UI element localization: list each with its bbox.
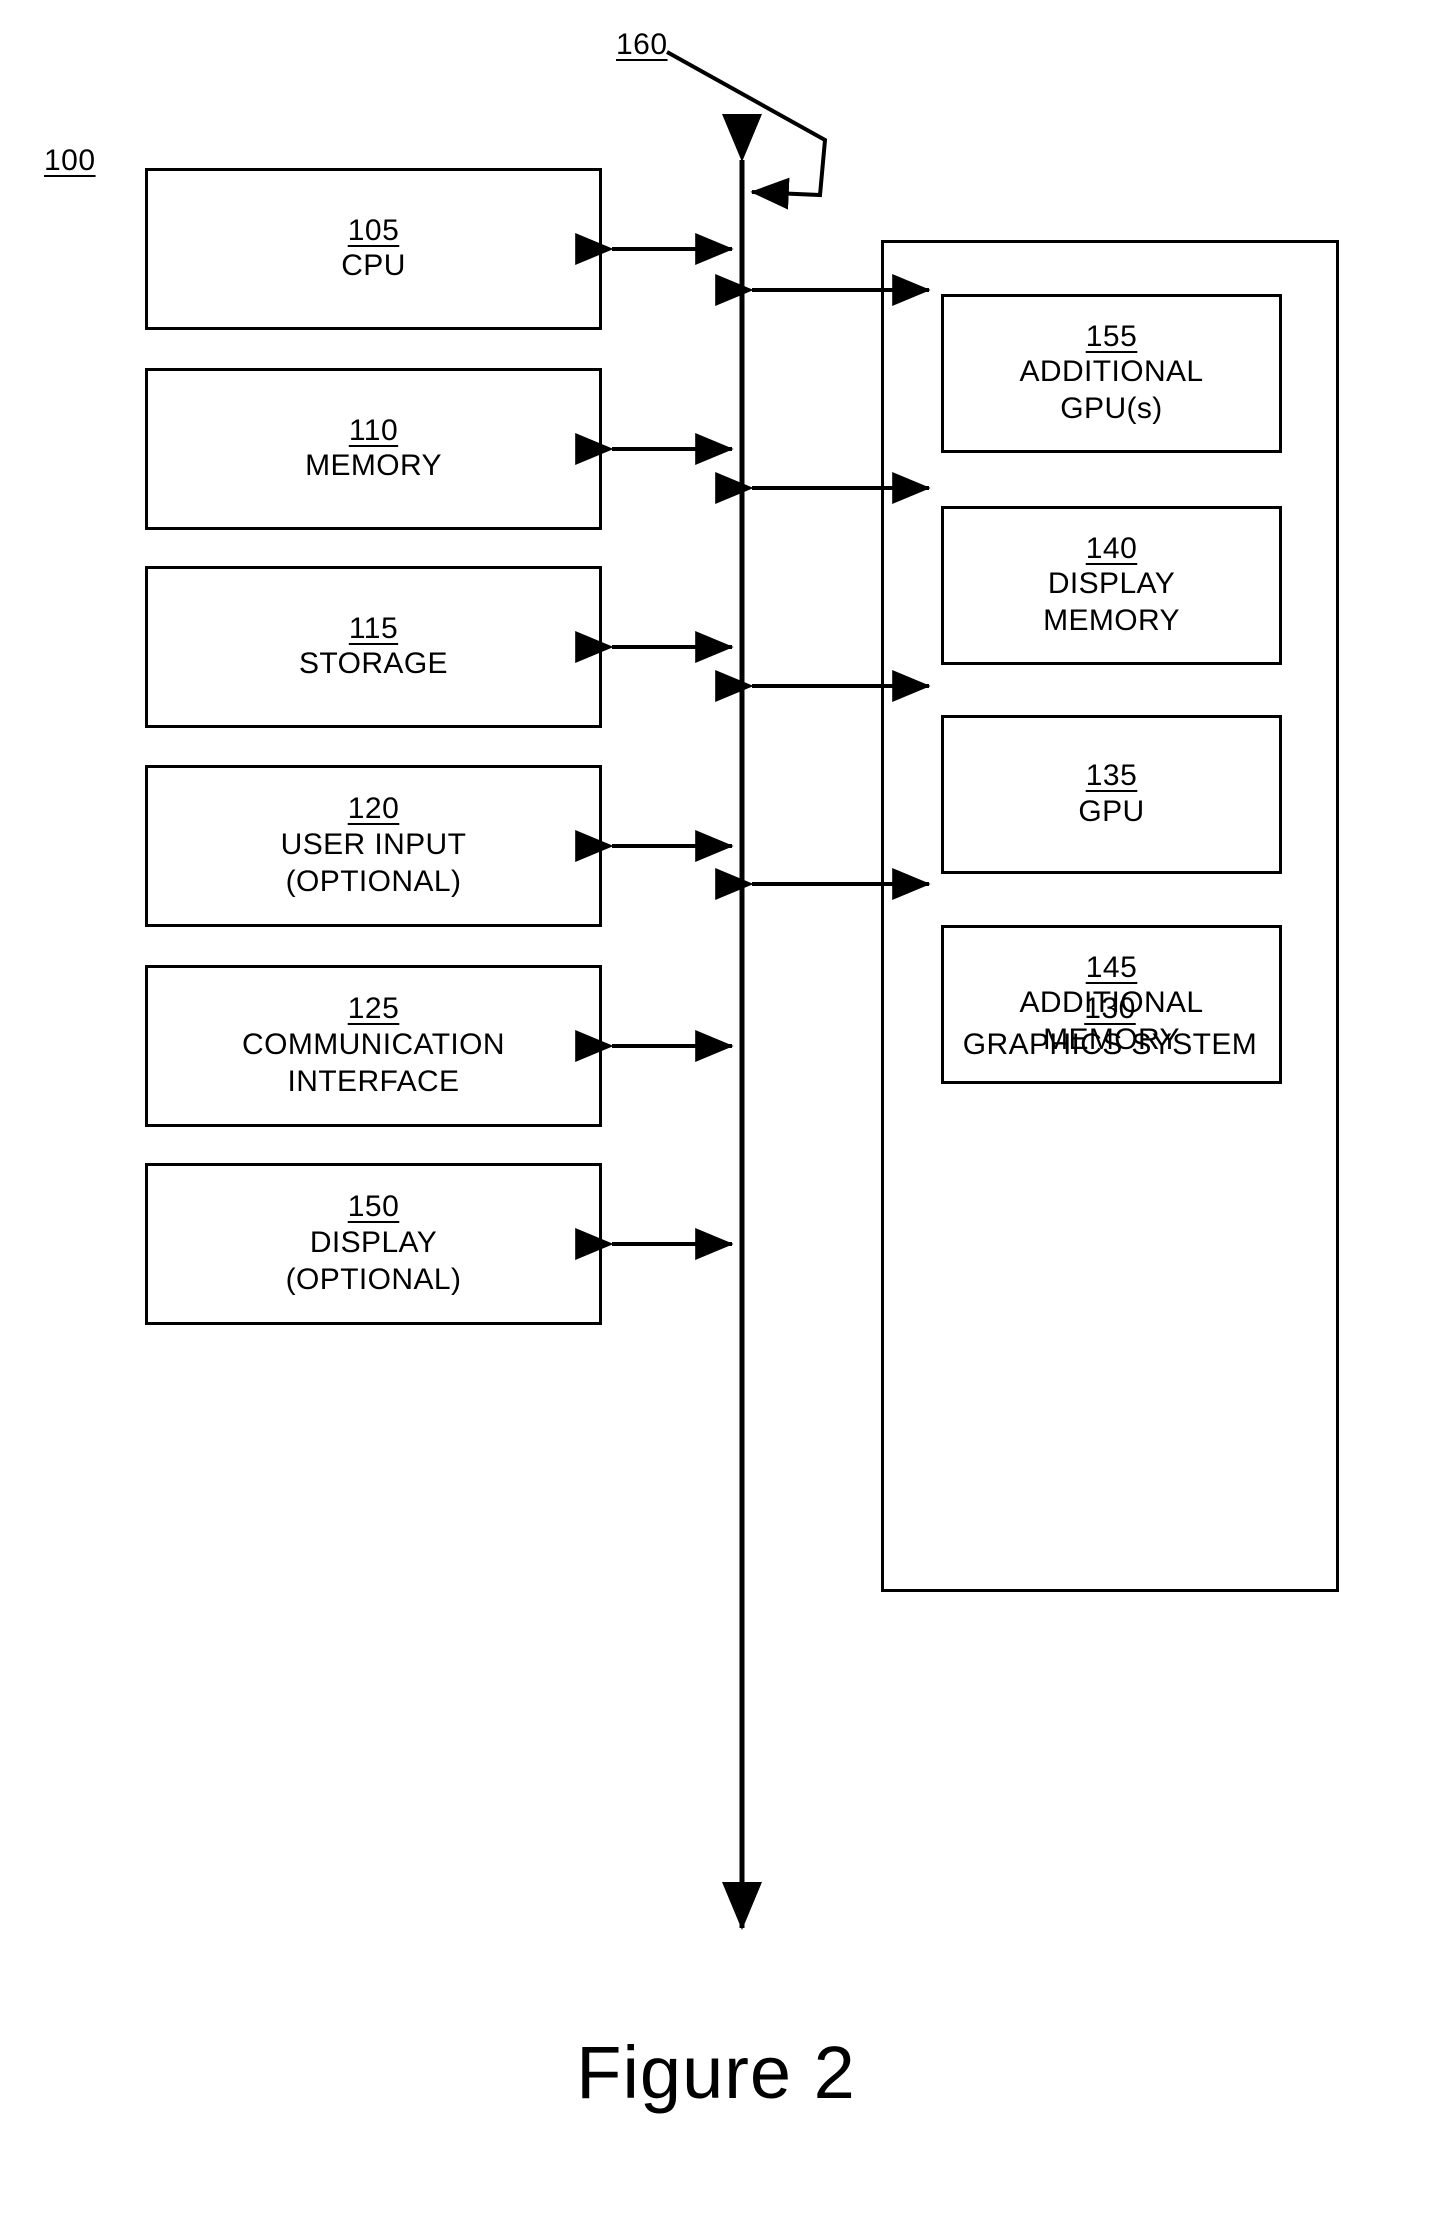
block-storage[interactable]: 115 STORAGE bbox=[145, 566, 602, 728]
figure-caption: Figure 2 bbox=[576, 2031, 856, 2114]
block-display-number: 150 bbox=[347, 1190, 400, 1224]
block-additional-gpus-number: 155 bbox=[1085, 319, 1138, 353]
block-gpu-number: 135 bbox=[1085, 759, 1138, 793]
block-graphics-system[interactable]: 155 ADDITIONAL GPU(s) 140 DISPLAY MEMORY… bbox=[881, 240, 1339, 1592]
block-memory[interactable]: 110 MEMORY bbox=[145, 368, 602, 530]
block-additional-gpus-label: ADDITIONAL bbox=[1019, 355, 1204, 389]
block-display[interactable]: 150 DISPLAY (OPTIONAL) bbox=[145, 1163, 602, 1325]
block-communication-interface-sublabel: INTERFACE bbox=[287, 1064, 460, 1098]
block-gpu[interactable]: 135 GPU bbox=[941, 715, 1282, 874]
block-graphics-system-number: 130 bbox=[1084, 992, 1136, 1025]
block-user-input-number: 120 bbox=[347, 792, 400, 826]
block-storage-number: 115 bbox=[348, 611, 399, 645]
figure-page: 100 160 105 CPU 110 MEMORY 115 STORAGE 1… bbox=[0, 0, 1432, 2227]
block-user-input-label: USER INPUT bbox=[280, 827, 467, 861]
block-additional-gpus-sublabel: GPU(s) bbox=[1060, 392, 1163, 426]
block-user-input-sublabel: (OPTIONAL) bbox=[285, 864, 462, 898]
block-storage-label: STORAGE bbox=[299, 647, 448, 681]
block-display-sublabel: (OPTIONAL) bbox=[285, 1262, 462, 1296]
block-cpu-label: CPU bbox=[341, 249, 406, 283]
block-display-memory-sublabel: MEMORY bbox=[1043, 604, 1180, 638]
block-user-input[interactable]: 120 USER INPUT (OPTIONAL) bbox=[145, 765, 602, 927]
block-display-label: DISPLAY bbox=[309, 1225, 438, 1259]
bus-leader-line bbox=[666, 50, 828, 210]
reference-numeral-100: 100 bbox=[44, 144, 96, 177]
block-memory-number: 110 bbox=[348, 413, 399, 447]
block-additional-gpus[interactable]: 155 ADDITIONAL GPU(s) bbox=[941, 294, 1282, 453]
block-graphics-system-label: GRAPHICS SYSTEM bbox=[962, 1027, 1258, 1061]
block-communication-interface-label: COMMUNICATION bbox=[242, 1027, 505, 1061]
reference-numeral-160: 160 bbox=[616, 28, 668, 61]
block-cpu-number: 105 bbox=[347, 213, 400, 247]
block-memory-label: MEMORY bbox=[305, 449, 442, 483]
block-display-memory[interactable]: 140 DISPLAY MEMORY bbox=[941, 506, 1282, 665]
block-graphics-system-caption: 130 GRAPHICS SYSTEM bbox=[884, 992, 1336, 1063]
block-communication-interface-number: 125 bbox=[347, 992, 400, 1026]
block-display-memory-label: DISPLAY bbox=[1047, 567, 1176, 601]
block-additional-memory-number: 145 bbox=[1085, 950, 1138, 984]
block-communication-interface[interactable]: 125 COMMUNICATION INTERFACE bbox=[145, 965, 602, 1127]
block-display-memory-number: 140 bbox=[1085, 531, 1138, 565]
block-gpu-label: GPU bbox=[1078, 794, 1145, 828]
block-cpu[interactable]: 105 CPU bbox=[145, 168, 602, 330]
